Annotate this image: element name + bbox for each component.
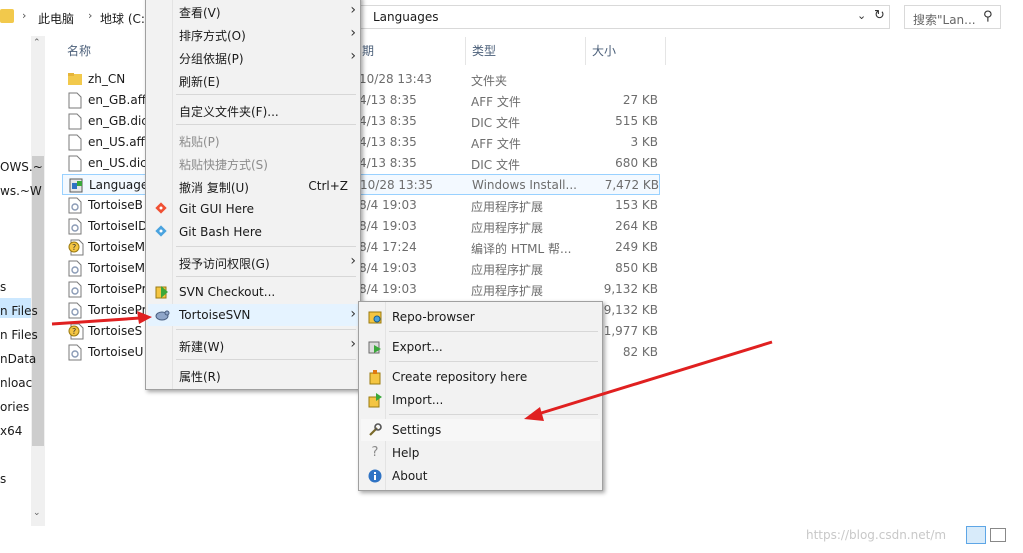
red-arrow-icon — [51, 311, 152, 326]
details-view-icon[interactable] — [966, 526, 986, 544]
red-arrow-icon — [524, 340, 773, 421]
large-icons-view-icon[interactable] — [990, 528, 1006, 542]
annotation-arrows — [51, 311, 773, 421]
watermark-text: https://blog.csdn.net/m — [806, 528, 947, 542]
